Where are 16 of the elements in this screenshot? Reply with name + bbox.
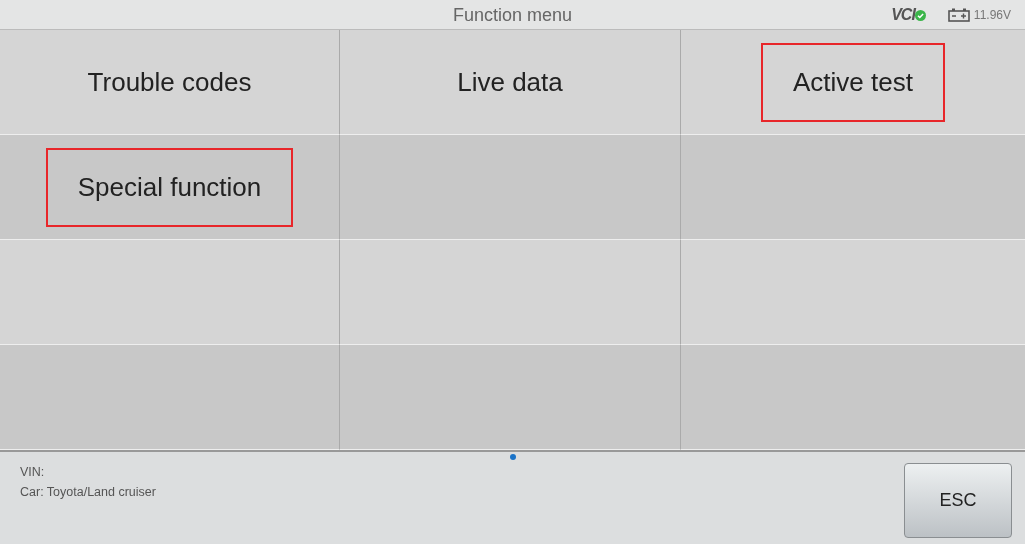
menu-tile[interactable]: Special function [0,135,340,240]
battery-icon [947,8,970,22]
esc-button[interactable]: ESC [904,463,1012,538]
vin-text: VIN: [20,464,45,481]
vci-label: VCI [891,5,915,25]
function-label: Active test [761,42,945,122]
menu-tile[interactable]: Live data [340,30,681,135]
menu-tile[interactable]: Trouble codes [0,30,340,135]
function-label: Special function [45,147,294,227]
window-title: Function menu [452,5,573,25]
car-text: Car: Toyota/Land cruiser [20,484,156,501]
voltage-reading: 11.96V [973,7,1011,24]
menu-tile[interactable]: Active test [681,30,1025,135]
function-label: Live data [456,65,564,99]
function-label: Trouble codes [86,65,253,99]
page-indicator [510,454,516,460]
